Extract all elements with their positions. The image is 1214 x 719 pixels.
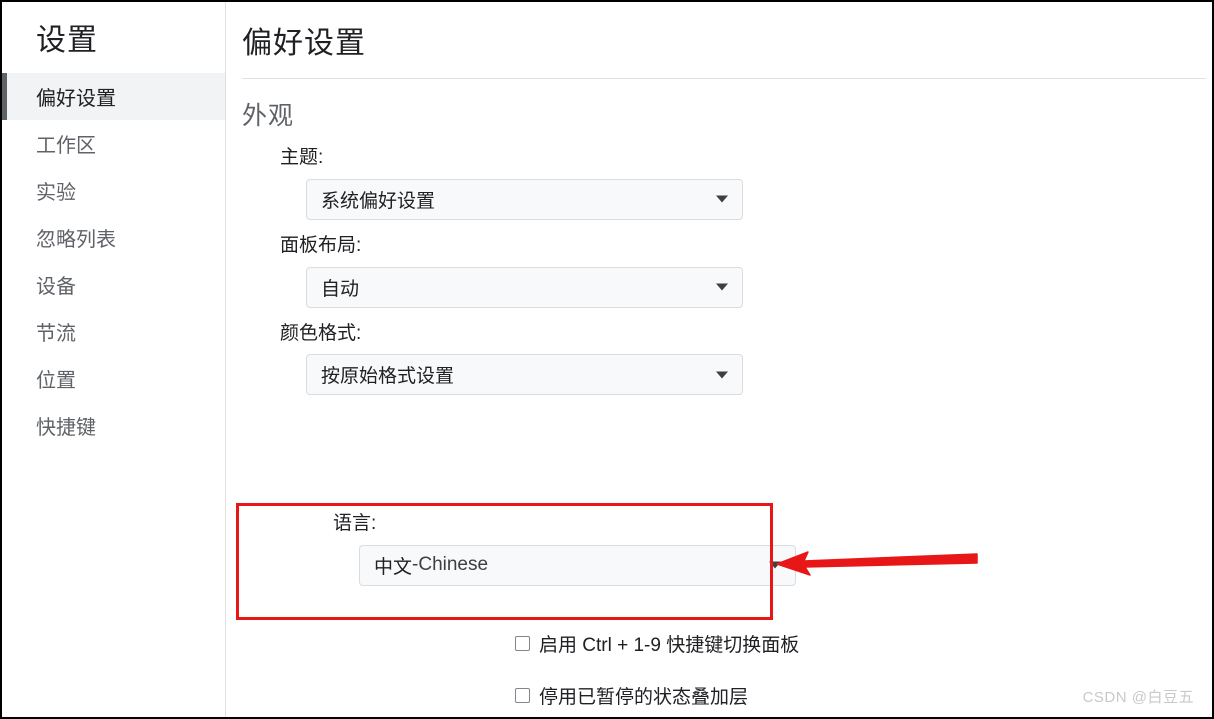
- checkbox-label: 启用 Ctrl + 1-9 快捷键切换面板: [539, 635, 800, 656]
- page-title: 偏好设置: [242, 27, 366, 60]
- field-color-format: 颜色格式: 按原始格式设置: [227, 308, 1212, 396]
- sidebar-item-ignore-list[interactable]: 忽略列表: [2, 214, 225, 261]
- sidebar-item-label: 实验: [36, 182, 76, 204]
- checkbox-label: 停用已暂停的状态叠加层: [539, 687, 749, 708]
- chevron-down-icon: [716, 283, 728, 291]
- sidebar-item-preferences[interactable]: 偏好设置: [2, 73, 225, 120]
- sidebar-title: 设置: [36, 24, 98, 57]
- section-title-appearance: 外观: [242, 102, 295, 130]
- checkbox-row-disable-paused-overlay[interactable]: 停用已暂停的状态叠加层: [515, 682, 748, 709]
- sidebar-item-experiments[interactable]: 实验: [2, 167, 225, 214]
- theme-dropdown-value: 系统偏好设置: [321, 190, 436, 212]
- field-panel-layout: 面板布局: 自动: [227, 220, 1212, 308]
- field-theme: 主题: 系统偏好设置: [227, 132, 1212, 220]
- checkbox-icon[interactable]: [515, 636, 530, 651]
- sidebar-item-label: 偏好设置: [36, 88, 116, 110]
- color-format-dropdown-value: 按原始格式设置: [321, 366, 455, 388]
- checkbox-icon[interactable]: [515, 688, 530, 703]
- theme-dropdown[interactable]: 系统偏好设置: [306, 178, 743, 220]
- language-dropdown[interactable]: 中文 - Chinese: [359, 544, 796, 586]
- chevron-down-icon: [716, 371, 728, 379]
- chevron-down-icon: [716, 195, 728, 203]
- field-label-color-format: 颜色格式:: [280, 322, 362, 344]
- settings-sidebar: 设置 偏好设置 工作区 实验 忽略列表 设备 节流 位置 快捷键: [2, 2, 226, 717]
- field-language: 语言: 中文 - Chinese: [280, 507, 800, 586]
- sidebar-item-locations[interactable]: 位置: [2, 355, 225, 402]
- watermark: CSDN @白豆五: [1082, 689, 1194, 706]
- sidebar-item-workspace[interactable]: 工作区: [2, 120, 225, 167]
- sidebar-item-throttling[interactable]: 节流: [2, 308, 225, 355]
- sidebar-item-label: 快捷键: [36, 417, 96, 439]
- sidebar-item-label: 设备: [36, 276, 76, 298]
- language-dropdown-value-native: 中文: [374, 556, 413, 578]
- field-label-panel-layout: 面板布局:: [280, 234, 362, 256]
- sidebar-item-label: 工作区: [36, 135, 96, 157]
- sidebar-item-label: 节流: [36, 323, 76, 345]
- settings-content: 偏好设置 外观 主题: 系统偏好设置 面板布局: 自动 颜色格式: 按原始格式设…: [227, 2, 1212, 717]
- sidebar-item-label: 忽略列表: [36, 229, 116, 251]
- sidebar-item-shortcuts[interactable]: 快捷键: [2, 402, 225, 449]
- language-dropdown-value-english: Chinese: [418, 554, 489, 576]
- checkbox-row-ctrl-shortcuts[interactable]: 启用 Ctrl + 1-9 快捷键切换面板: [515, 630, 799, 657]
- sidebar-item-label: 位置: [36, 370, 76, 392]
- sidebar-item-devices[interactable]: 设备: [2, 261, 225, 308]
- settings-window: 设置 偏好设置 工作区 实验 忽略列表 设备 节流 位置 快捷键 偏好设置 外观: [0, 0, 1214, 719]
- color-format-dropdown[interactable]: 按原始格式设置: [306, 354, 743, 396]
- panel-layout-dropdown[interactable]: 自动: [306, 266, 743, 308]
- annotation-arrow-left: [774, 532, 979, 592]
- panel-layout-dropdown-value: 自动: [321, 278, 360, 300]
- field-label-language: 语言:: [333, 513, 377, 534]
- field-label-theme: 主题:: [280, 147, 324, 168]
